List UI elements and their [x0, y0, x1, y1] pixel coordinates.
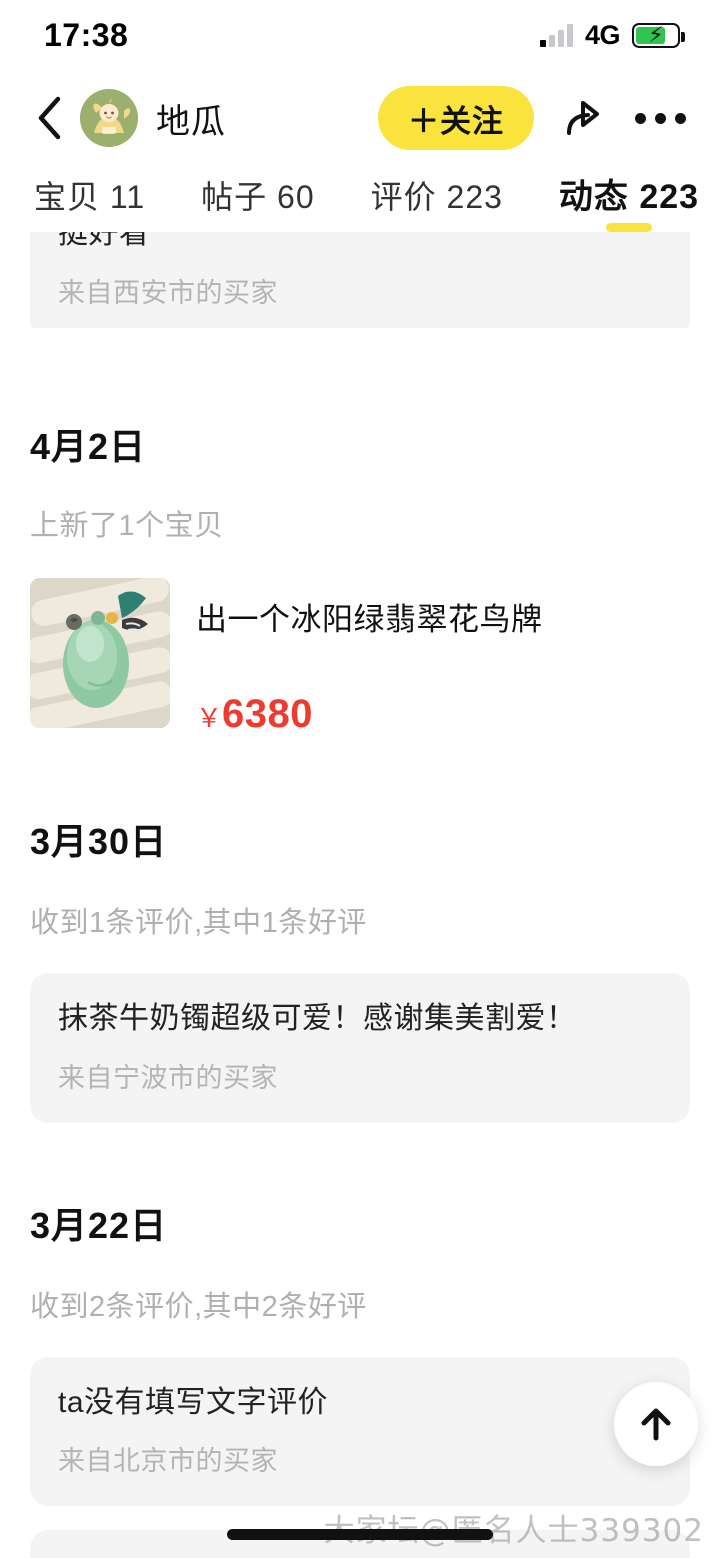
tab-label: 帖子 60 [201, 179, 315, 215]
phone-screen: 17:38 4G ⚡ 地瓜 ＋关注 宝贝 11 帖子 60 评价 223 动态 … [0, 0, 720, 1558]
tab-tiezi[interactable]: 帖子 60 [201, 172, 315, 232]
partial-review-clip: 挺好看 来自西安市的买家 [30, 232, 690, 328]
review-text: 抹茶牛奶镯超级可爱！感谢集美割爱！ [58, 1002, 577, 1036]
product-price: ￥ 6380 [196, 692, 690, 737]
tab-baobei[interactable]: 宝贝 11 [34, 172, 145, 232]
avatar[interactable] [80, 89, 138, 147]
review-source: 来自北京市的买家 [58, 1446, 278, 1477]
review-source: 来自西安市的买家 [58, 277, 278, 308]
lightning-bolt-icon: ⚡ [648, 22, 664, 47]
feed-section-new-item: 4月2日 上新了1个宝贝 出一个冰阳绿翡翠花鸟牌 ￥ 6380 [30, 418, 690, 737]
section-subtitle: 收到1条评价,其中1条好评 [30, 907, 367, 940]
signal-strength-icon [539, 23, 573, 47]
scroll-to-top-button[interactable] [614, 1382, 698, 1466]
status-bar: 17:38 4G ⚡ [0, 0, 720, 70]
activity-feed: 挺好看 来自西安市的买家 4月2日 上新了1个宝贝 出一个冰阳绿翡翠花鸟牌 ￥ … [0, 232, 720, 1558]
tab-pingjia[interactable]: 评价 223 [371, 172, 503, 232]
share-button[interactable] [552, 88, 612, 148]
review-text: 挺好看 [58, 232, 150, 250]
avatar-character-icon [80, 89, 138, 147]
section-date: 3月22日 [30, 1204, 168, 1246]
chevron-left-icon [38, 96, 61, 140]
follow-button[interactable]: ＋关注 [378, 86, 534, 150]
currency-symbol: ￥ [196, 703, 223, 734]
status-bar-indicators: 4G ⚡ [539, 19, 685, 51]
section-subtitle: 收到2条评价,其中2条好评 [30, 1290, 367, 1323]
feed-section-reviews-0330: 3月30日 收到1条评价,其中1条好评 抹茶牛奶镯超级可爱！感谢集美割爱！ 来自… [30, 813, 690, 1123]
arrow-up-icon [641, 1408, 671, 1441]
share-arrow-icon [567, 101, 599, 135]
feed-section-reviews-0322: 3月22日 收到2条评价,其中2条好评 ta没有填写文字评价 来自北京市的买家 … [30, 1197, 690, 1558]
review-text: ta没有填写文字评价 [58, 1385, 329, 1419]
battery-charging-icon: ⚡ [632, 22, 685, 48]
product-title: 出一个冰阳绿翡翠花鸟牌 [196, 602, 543, 637]
product-listing[interactable]: 出一个冰阳绿翡翠花鸟牌 ￥ 6380 [30, 578, 690, 737]
network-type-label: 4G [584, 19, 621, 50]
price-amount: 6380 [222, 692, 313, 737]
section-subtitle: 上新了1个宝贝 [30, 510, 224, 542]
home-indicator [227, 1529, 493, 1540]
product-info: 出一个冰阳绿翡翠花鸟牌 ￥ 6380 [196, 578, 690, 737]
tab-label: 评价 223 [370, 179, 503, 215]
more-options-button[interactable] [630, 88, 690, 148]
tab-label: 宝贝 11 [34, 179, 146, 215]
username-label: 地瓜 [156, 102, 226, 141]
tab-active-underline [606, 223, 653, 232]
watermark-text: 大家坛@匿名人士339302 [323, 1513, 704, 1549]
product-thumbnail[interactable] [30, 578, 170, 728]
status-bar-time: 17:38 [44, 16, 129, 53]
section-date: 4月2日 [30, 426, 147, 467]
section-date: 3月30日 [30, 821, 168, 863]
review-card[interactable]: 抹茶牛奶镯超级可爱！感谢集美割爱！ 来自宁波市的买家 [30, 973, 690, 1123]
review-card[interactable]: ta没有填写文字评价 来自北京市的买家 [30, 1356, 690, 1507]
top-navigation-bar: 地瓜 ＋关注 [0, 70, 720, 166]
tab-label: 动态 223 [558, 178, 700, 216]
profile-tabs: 宝贝 11 帖子 60 评价 223 动态 223 [0, 166, 720, 232]
jade-pendant-photo [30, 578, 170, 728]
back-button[interactable] [26, 95, 72, 141]
more-dots-icon [634, 112, 686, 124]
tab-dongtai[interactable]: 动态 223 [559, 169, 699, 232]
review-source: 来自宁波市的买家 [58, 1062, 278, 1093]
review-card[interactable]: 挺好看 来自西安市的买家 [30, 232, 690, 328]
